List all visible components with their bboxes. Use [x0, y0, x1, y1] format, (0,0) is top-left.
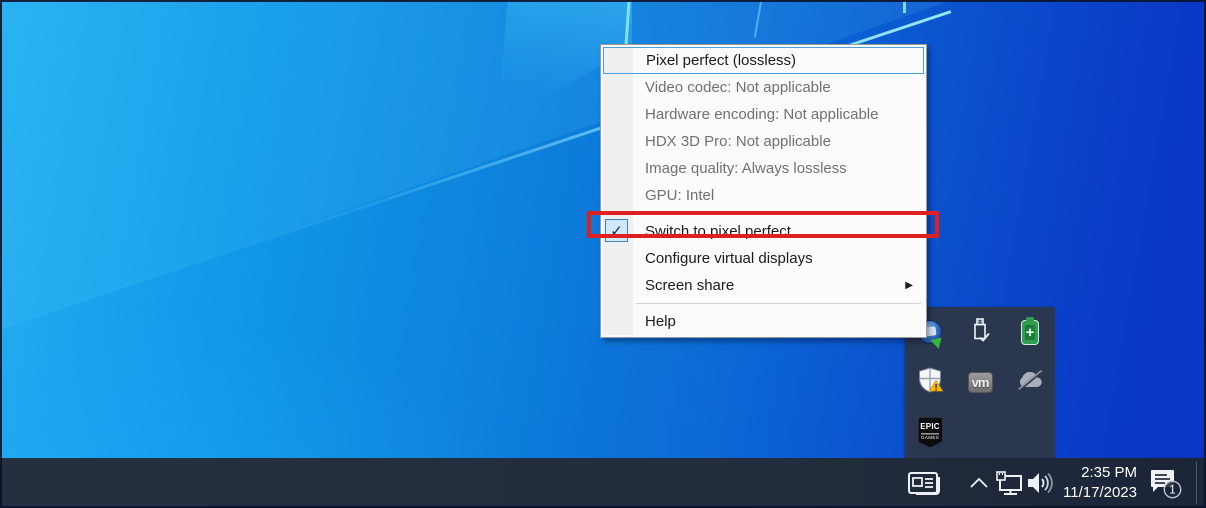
show-desktop-button[interactable] — [1196, 462, 1197, 504]
menu-item-label: Help — [645, 313, 676, 330]
vmware-tools-icon[interactable]: vm — [968, 372, 993, 393]
hdx-status-context-menu: Pixel perfect (lossless) Video codec: No… — [600, 44, 927, 338]
menu-item-label: GPU: Intel — [645, 187, 714, 204]
menu-item-label: Configure virtual displays — [645, 250, 813, 267]
clock-time: 2:35 PM — [1053, 463, 1137, 483]
menu-item-label: Screen share — [645, 277, 734, 294]
menu-item-label: Video codec: Not applicable — [645, 79, 831, 96]
show-hidden-icons-chevron[interactable] — [966, 473, 992, 493]
remote-desktop-screen: + vm EPIC GAMES — [0, 0, 1206, 508]
clock-date: 11/17/2023 — [1053, 483, 1137, 503]
tray-overflow-popup: + vm EPIC GAMES — [905, 307, 1055, 458]
news-and-interests-icon[interactable] — [903, 468, 947, 498]
action-center-icon[interactable]: 1 — [1144, 466, 1186, 502]
menu-item-label: HDX 3D Pro: Not applicable — [645, 133, 831, 150]
onedrive-offline-icon[interactable] — [1015, 368, 1045, 397]
menu-item-image-quality: Image quality: Always lossless — [603, 155, 924, 182]
submenu-arrow-icon: ▶ — [905, 280, 913, 291]
menu-separator — [603, 299, 924, 308]
windows-security-icon[interactable] — [915, 365, 945, 400]
network-icon[interactable] — [994, 468, 1026, 498]
epic-games-icon[interactable]: EPIC GAMES — [918, 417, 943, 448]
usb-device-icon[interactable] — [966, 316, 994, 349]
menu-item-video-codec: Video codec: Not applicable — [603, 74, 924, 101]
menu-item-label: Pixel perfect (lossless) — [646, 52, 796, 69]
notification-badge: 1 — [1169, 485, 1175, 497]
menu-item-screen-share[interactable]: Screen share ▶ — [603, 272, 924, 299]
menu-item-label: Hardware encoding: Not applicable — [645, 106, 878, 123]
menu-item-label: Image quality: Always lossless — [645, 160, 847, 177]
volume-icon[interactable] — [1024, 468, 1056, 498]
battery-status-icon[interactable]: + — [1021, 320, 1039, 345]
menu-item-hdx-3d-pro: HDX 3D Pro: Not applicable — [603, 128, 924, 155]
wallpaper-pane-divider — [903, 0, 906, 13]
menu-item-configure-virtual-displays[interactable]: Configure virtual displays — [603, 245, 924, 272]
menu-item-hardware-encoding: Hardware encoding: Not applicable — [603, 101, 924, 128]
taskbar-clock[interactable]: 2:35 PM 11/17/2023 — [1053, 463, 1137, 503]
taskbar: 2:35 PM 11/17/2023 1 — [0, 458, 1206, 508]
menu-item-pixel-perfect[interactable]: Pixel perfect (lossless) — [603, 47, 924, 74]
menu-item-help[interactable]: Help — [603, 308, 924, 335]
menu-item-gpu: GPU: Intel — [603, 182, 924, 209]
annotation-rectangle — [587, 211, 939, 238]
